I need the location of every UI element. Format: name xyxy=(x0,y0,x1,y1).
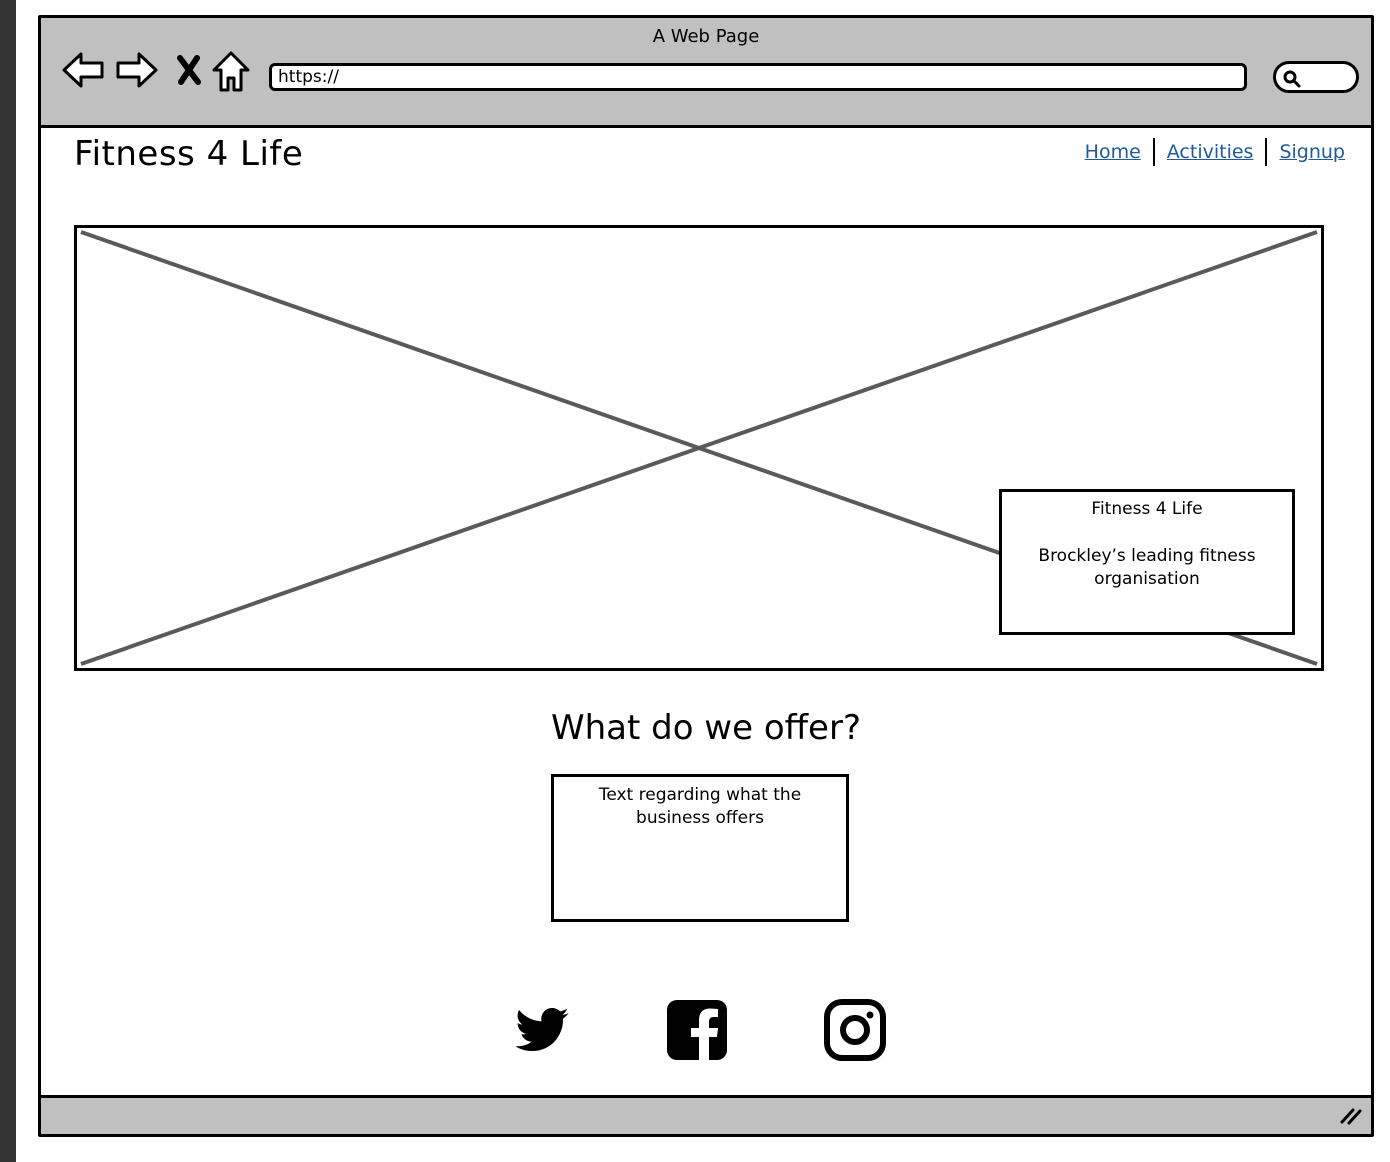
hero-caption-title: Fitness 4 Life xyxy=(1091,499,1203,519)
window-title: A Web Page xyxy=(652,26,760,47)
browser-window: A Web Page https:// Fitness 4 Life Home … xyxy=(38,15,1374,1137)
browser-titlebar: A Web Page https:// xyxy=(41,18,1371,128)
resize-grip-icon[interactable] xyxy=(1339,1104,1363,1130)
instagram-icon[interactable] xyxy=(823,998,887,1066)
nav-divider xyxy=(1265,138,1268,166)
facebook-icon[interactable] xyxy=(665,998,729,1066)
url-input[interactable]: https:// xyxy=(269,63,1247,91)
browser-search-field[interactable] xyxy=(1273,61,1359,93)
nav-link-activities[interactable]: Activities xyxy=(1167,141,1254,163)
nav-divider xyxy=(1152,138,1155,166)
top-navigation: Home Activities Signup xyxy=(1085,138,1345,166)
back-arrow-icon[interactable] xyxy=(61,50,105,94)
left-edge-strip xyxy=(0,0,16,1162)
nav-link-signup[interactable]: Signup xyxy=(1279,141,1345,163)
home-icon[interactable] xyxy=(211,50,251,98)
hero-caption-text: Brockley’s leading fitness organisation xyxy=(1038,546,1256,589)
hero-image-placeholder: Fitness 4 Life Brockley’s leading fitnes… xyxy=(74,225,1324,671)
offer-heading: What do we offer? xyxy=(550,708,862,748)
search-icon xyxy=(1282,69,1302,93)
forward-arrow-icon[interactable] xyxy=(115,50,159,94)
hero-caption-box: Fitness 4 Life Brockley’s leading fitnes… xyxy=(999,489,1295,635)
page-content: Fitness 4 Life Home Activities Signup Fi… xyxy=(41,128,1371,1098)
nav-link-home[interactable]: Home xyxy=(1085,141,1141,163)
site-title: Fitness 4 Life xyxy=(74,134,304,174)
close-x-icon[interactable] xyxy=(175,54,203,90)
social-links xyxy=(41,998,1371,1064)
browser-statusbar xyxy=(41,1095,1371,1134)
offer-text-box: Text regarding what the business offers xyxy=(551,774,849,922)
twitter-icon[interactable] xyxy=(509,1002,575,1064)
